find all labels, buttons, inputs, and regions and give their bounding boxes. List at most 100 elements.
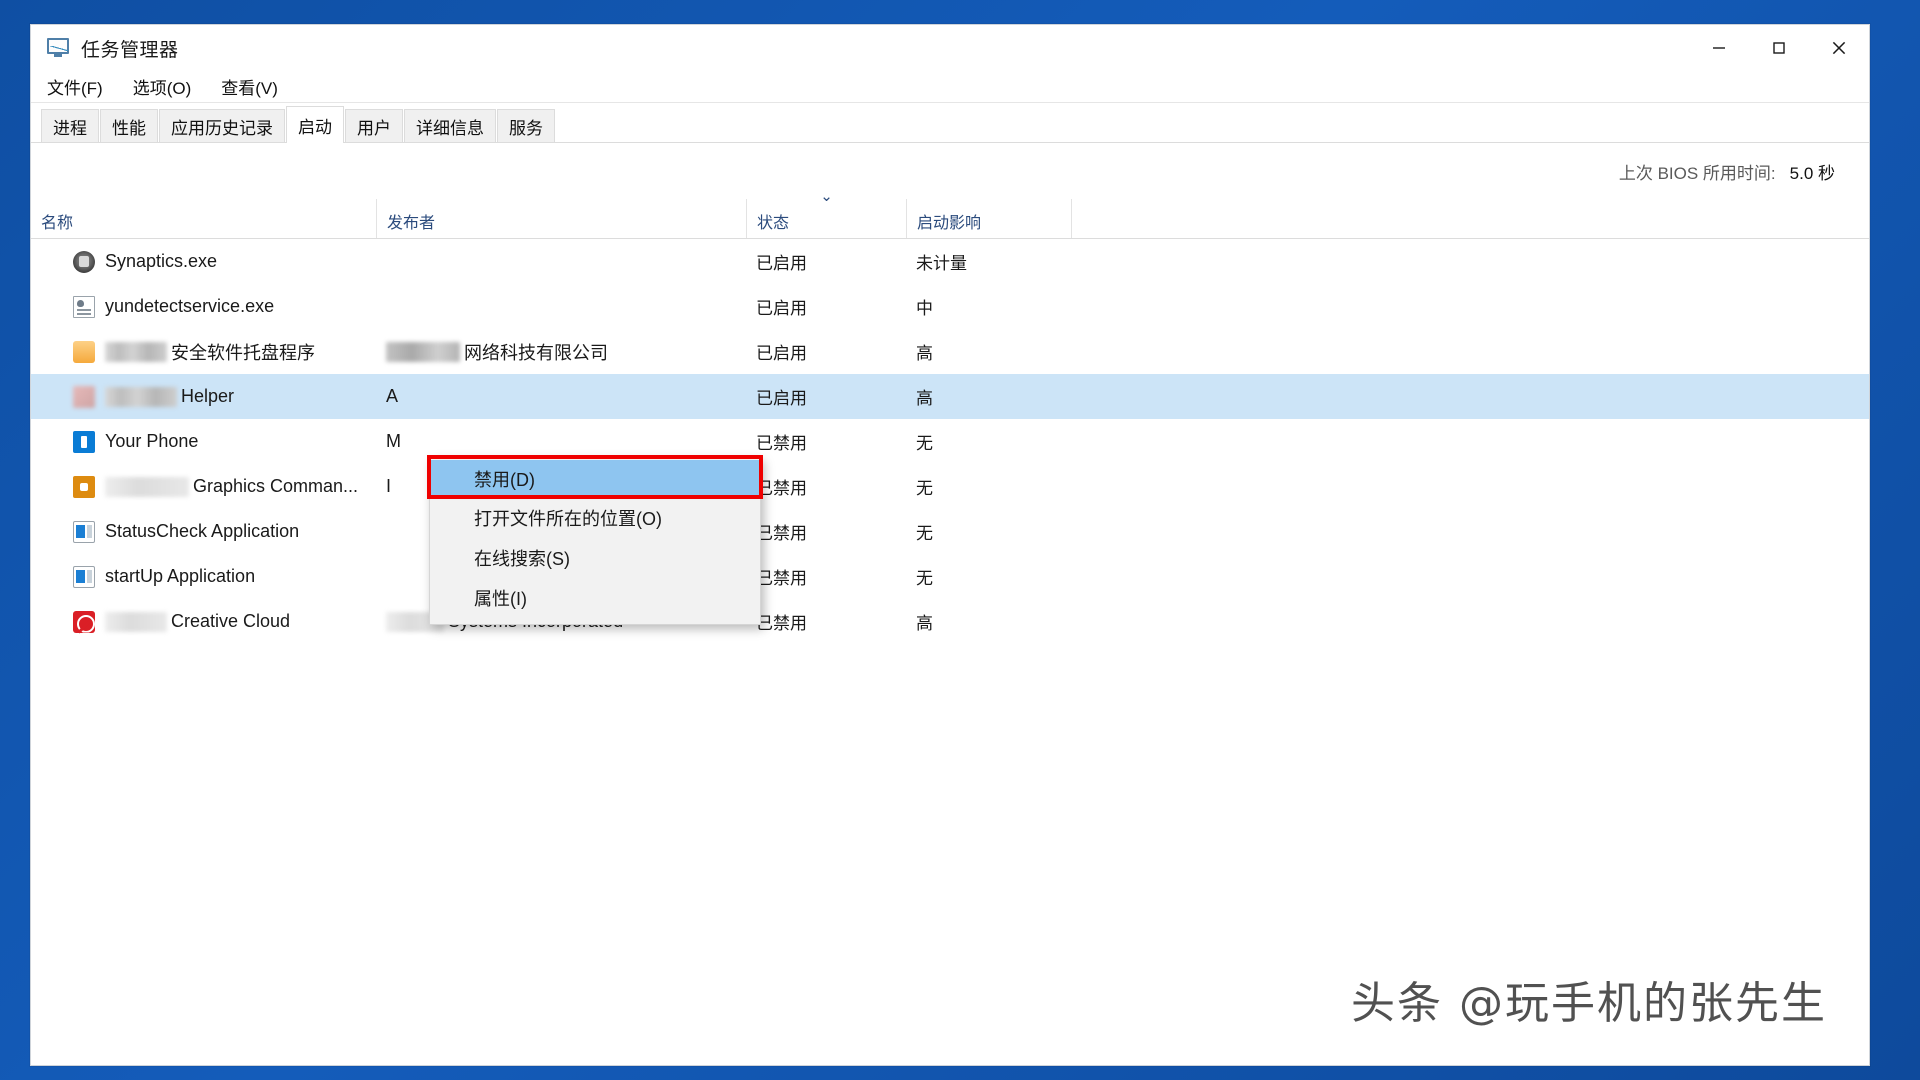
title-bar: 任务管理器	[31, 25, 1869, 71]
context-menu-item-disable[interactable]: 禁用(D)	[430, 460, 760, 498]
table-row[interactable]: Synaptics.exe 已启用 未计量	[31, 239, 1869, 284]
table-row[interactable]: 安全软件托盘程序 网络科技有限公司 已启用 高	[31, 329, 1869, 374]
adobe-creative-cloud-icon	[73, 610, 95, 633]
redacted-block	[105, 341, 167, 362]
row-name-cell: Your Phone	[31, 419, 376, 464]
row-status-cell: 已禁用	[756, 434, 807, 453]
row-name-cell: startUp Application	[31, 554, 376, 599]
shield-icon	[73, 340, 95, 363]
redacted-block	[105, 386, 177, 407]
table-row[interactable]: Your Phone M 已禁用 无	[31, 419, 1869, 464]
graphics-command-icon	[73, 475, 95, 498]
tab-app-history[interactable]: 应用历史记录	[159, 109, 285, 142]
menu-file[interactable]: 文件(F)	[45, 72, 105, 101]
row-impact-cell: 无	[916, 479, 933, 498]
helper-icon	[73, 385, 95, 408]
row-name-cell: Graphics Comman...	[31, 464, 376, 509]
menu-options[interactable]: 选项(O)	[131, 72, 194, 101]
row-status-cell: 已启用	[756, 299, 807, 318]
row-publisher-cell: A	[386, 386, 399, 406]
column-header-publisher[interactable]: 发布者	[376, 199, 746, 238]
context-menu-item-open-location[interactable]: 打开文件所在的位置(O)	[430, 498, 760, 538]
row-name-cell: yundetectservice.exe	[31, 284, 376, 329]
watermark-text: 头条 @玩手机的张先生	[1351, 978, 1827, 1029]
tab-strip: 进程 性能 应用历史记录 启动 用户 详细信息 服务	[31, 103, 1869, 143]
table-row[interactable]: Graphics Comman... I 已禁用 无	[31, 464, 1869, 509]
row-name-label: StatusCheck Application	[105, 521, 300, 541]
maximize-button[interactable]	[1749, 25, 1809, 71]
close-button[interactable]	[1809, 25, 1869, 71]
row-publisher-cell	[376, 284, 746, 329]
table-row[interactable]: Creative Cloud Systems Incorporated 已禁用 …	[31, 599, 1869, 644]
tab-performance[interactable]: 性能	[100, 109, 158, 142]
row-status-cell: 已启用	[756, 254, 807, 273]
row-name-label: startUp Application	[105, 566, 256, 586]
table-row[interactable]: startUp Application 已禁用 无	[31, 554, 1869, 599]
tab-services[interactable]: 服务	[497, 109, 555, 142]
startup-app-icon	[73, 565, 95, 588]
column-header-status-label: 状态	[757, 215, 790, 232]
menu-bar: 文件(F) 选项(O) 查看(V)	[31, 71, 1869, 103]
redacted-block	[105, 611, 167, 632]
window-controls	[1689, 25, 1869, 71]
row-name-label: yundetectservice.exe	[105, 296, 275, 316]
synaptics-icon	[73, 250, 95, 273]
sort-chevron-down-icon: ⌄	[820, 188, 833, 205]
status-check-icon	[73, 520, 95, 543]
row-impact-cell: 无	[916, 434, 933, 453]
table-row[interactable]: StatusCheck Application 已禁用 无	[31, 509, 1869, 554]
redacted-block	[386, 341, 460, 362]
row-status-cell: 已禁用	[756, 479, 807, 498]
window-title: 任务管理器	[81, 39, 179, 61]
row-impact-cell: 无	[916, 524, 933, 543]
row-impact-cell: 高	[916, 389, 933, 408]
row-impact-cell: 无	[916, 569, 933, 588]
context-menu-item-search-online[interactable]: 在线搜索(S)	[430, 538, 760, 578]
row-name-label: Helper	[181, 386, 235, 406]
row-status-cell: 已禁用	[756, 614, 807, 633]
row-name-cell: Synaptics.exe	[31, 239, 376, 284]
bios-time-value: 5.0 秒	[1789, 163, 1835, 183]
column-header-impact[interactable]: 启动影响	[906, 199, 1071, 238]
context-menu: 禁用(D) 打开文件所在的位置(O) 在线搜索(S) 属性(I)	[429, 457, 761, 625]
minimize-button[interactable]	[1689, 25, 1749, 71]
row-impact-cell: 中	[916, 299, 933, 318]
column-header-filler	[1071, 199, 1869, 238]
column-header-status[interactable]: ⌄ 状态	[746, 188, 906, 238]
row-name-cell: Helper	[31, 374, 376, 419]
column-header-name[interactable]: 名称	[31, 199, 376, 238]
row-publisher-cell: 网络科技有限公司	[376, 329, 746, 374]
redacted-block	[105, 476, 189, 497]
row-impact-cell: 高	[916, 344, 933, 363]
tab-startup[interactable]: 启动	[286, 106, 344, 143]
your-phone-icon	[73, 430, 95, 453]
row-status-cell: 已启用	[756, 389, 807, 408]
document-icon	[73, 295, 95, 318]
row-name-label: Creative Cloud	[171, 611, 291, 631]
row-status-cell: 已禁用	[756, 524, 807, 543]
row-publisher-cell	[376, 239, 746, 284]
menu-view[interactable]: 查看(V)	[219, 72, 280, 101]
tab-processes[interactable]: 进程	[41, 109, 99, 142]
bios-time-label: 上次 BIOS 所用时间:	[1618, 163, 1776, 183]
row-status-cell: 已禁用	[756, 569, 807, 588]
bios-time-row: 上次 BIOS 所用时间: 5.0 秒	[31, 143, 1869, 199]
column-header-row: 名称 发布者 ⌄ 状态 启动影响	[31, 188, 1869, 239]
row-name-cell: StatusCheck Application	[31, 509, 376, 554]
row-name-label: Graphics Comman...	[193, 476, 359, 496]
row-name-cell: Creative Cloud	[31, 599, 376, 644]
tab-details[interactable]: 详细信息	[404, 109, 496, 142]
row-status-cell: 已启用	[756, 344, 807, 363]
row-publisher-label: 网络科技有限公司	[464, 342, 608, 363]
row-impact-cell: 未计量	[916, 254, 967, 273]
row-name-cell: 安全软件托盘程序	[31, 329, 376, 374]
tab-users[interactable]: 用户	[345, 109, 403, 142]
row-name-label: 安全软件托盘程序	[171, 342, 315, 363]
startup-items-list: Synaptics.exe 已启用 未计量 yundetectservice.e…	[31, 239, 1869, 1065]
context-menu-item-properties[interactable]: 属性(I)	[430, 578, 760, 618]
row-name-label: Synaptics.exe	[105, 251, 218, 271]
task-manager-window: 任务管理器 文件(F) 选项(O) 查看(V) 进程 性能 应用历史记录 启动 …	[30, 24, 1870, 1066]
table-row[interactable]: yundetectservice.exe 已启用 中	[31, 284, 1869, 329]
table-row[interactable]: Helper A 已启用 高	[31, 374, 1869, 419]
row-name-label: Your Phone	[105, 431, 199, 451]
